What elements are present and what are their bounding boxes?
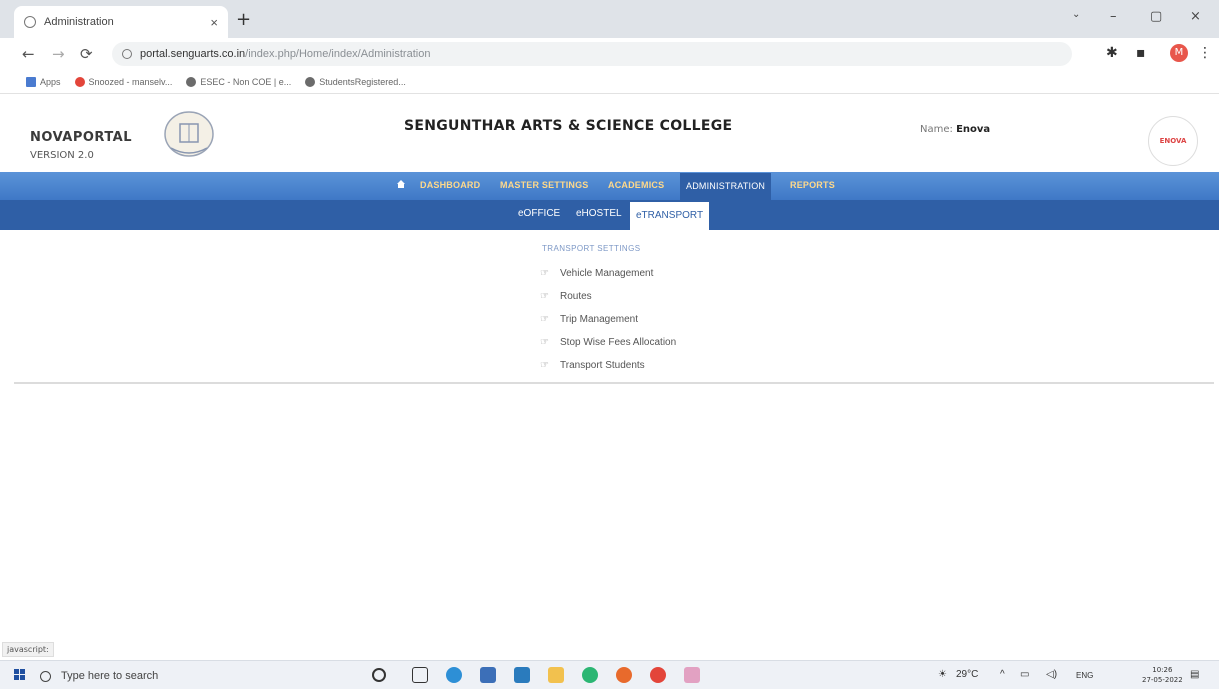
windows-taskbar: Type here to search ☀ 29°C ^ ▭ ◁) ENG 10… <box>0 660 1219 689</box>
link-label: Trip Management <box>560 314 638 325</box>
url-path: /index.php/Home/index/Administration <box>245 48 431 60</box>
notification-icon[interactable]: ▤ <box>1190 669 1199 680</box>
address-bar[interactable]: portal.senguarts.co.in /index.php/Home/i… <box>112 42 1072 66</box>
url-host: portal.senguarts.co.in <box>140 48 246 60</box>
link-stop-wise-fees[interactable]: ☞ Stop Wise Fees Allocation <box>540 337 676 348</box>
brand-name: NOVAPORTAL <box>30 130 133 145</box>
link-trip-management[interactable]: ☞ Trip Management <box>540 314 638 325</box>
bookmark-apps[interactable]: Apps <box>26 76 61 87</box>
bookmark-esec[interactable]: ESEC - Non COE | e... <box>186 76 292 87</box>
paint-icon[interactable] <box>684 667 700 683</box>
reload-icon[interactable]: ⟳ <box>80 45 93 63</box>
tab-search-icon[interactable]: ⌄ <box>1072 9 1080 20</box>
college-crest-logo <box>164 111 214 157</box>
new-tab-button[interactable]: + <box>236 9 251 30</box>
language-indicator[interactable]: ENG <box>1076 671 1093 680</box>
bookmark-label: Apps <box>40 76 61 87</box>
user-name-field: Name: Enova <box>920 124 990 135</box>
link-label: Vehicle Management <box>560 268 654 279</box>
pointing-hand-icon: ☞ <box>540 314 549 325</box>
clock-time: 10:26 <box>1152 666 1173 674</box>
link-routes[interactable]: ☞ Routes <box>540 291 592 302</box>
site-info-icon[interactable] <box>122 49 132 59</box>
logo-text: ENOVA <box>1159 137 1187 145</box>
browser-toolbar: ← → ⟳ portal.senguarts.co.in /index.php/… <box>0 38 1219 70</box>
enova-logo: ENOVA <box>1148 116 1198 166</box>
close-window-button[interactable]: × <box>1190 9 1201 24</box>
back-arrow-icon[interactable]: ← <box>22 45 35 63</box>
system-clock[interactable]: 10:26 27-05-2022 <box>1142 665 1183 685</box>
profile-avatar[interactable]: M <box>1170 44 1188 62</box>
restore-button[interactable]: ▢ <box>1150 9 1162 24</box>
extensions-icon[interactable]: ✱ <box>1106 45 1118 61</box>
search-icon <box>40 670 51 682</box>
link-vehicle-management[interactable]: ☞ Vehicle Management <box>540 268 653 279</box>
nav-administration[interactable]: ADMINISTRATION <box>680 173 772 200</box>
browser-tabstrip: Administration × + ⌄ – ▢ × <box>0 0 1219 38</box>
volume-icon[interactable]: ◁) <box>1046 669 1057 680</box>
link-label: Routes <box>560 291 592 302</box>
bookmark-snoozed[interactable]: Snoozed - manselv... <box>74 76 173 87</box>
globe-icon <box>186 76 197 87</box>
file-explorer-icon[interactable] <box>548 667 564 683</box>
section-title: TRANSPORT SETTINGS <box>542 244 641 253</box>
cortana-icon[interactable] <box>372 668 386 682</box>
search-placeholder: Type here to search <box>61 670 159 682</box>
menu-icon[interactable]: ⋮ <box>1198 45 1212 61</box>
chrome-profile-icon[interactable] <box>650 667 666 683</box>
home-icon[interactable] <box>396 179 406 189</box>
link-label: Stop Wise Fees Allocation <box>560 337 677 348</box>
status-bar: javascript: <box>2 642 54 657</box>
browser-tab[interactable]: Administration × <box>14 6 228 38</box>
main-navigation: DASHBOARD MASTER SETTINGS ACADEMICS ADMI… <box>0 172 1219 200</box>
globe-icon <box>24 16 36 28</box>
link-transport-students[interactable]: ☞ Transport Students <box>540 360 645 371</box>
nav-reports[interactable]: REPORTS <box>790 180 835 190</box>
pointing-hand-icon: ☞ <box>540 268 549 279</box>
name-value: Enova <box>956 124 991 135</box>
college-title: SENGUNTHAR ARTS & SCIENCE COLLEGE <box>404 118 733 134</box>
subnav-eoffice[interactable]: eOFFICE <box>518 208 560 219</box>
mail-icon[interactable] <box>514 667 530 683</box>
store-icon[interactable] <box>480 667 496 683</box>
sidepanel-icon[interactable]: ▪ <box>1136 45 1146 61</box>
nav-master-settings[interactable]: MASTER SETTINGS <box>500 180 589 190</box>
nav-dashboard[interactable]: DASHBOARD <box>420 180 480 190</box>
bookmark-label: ESEC - Non COE | e... <box>200 76 292 87</box>
tab-close-icon[interactable]: × <box>210 15 218 30</box>
sub-navigation: eOFFICE eHOSTEL eTRANSPORT <box>0 200 1219 230</box>
version-label: VERSION 2.0 <box>30 150 94 161</box>
windows-start-icon[interactable] <box>14 669 26 681</box>
weather-text[interactable]: 29°C <box>956 669 978 680</box>
bookmark-students[interactable]: StudentsRegistered... <box>305 76 406 87</box>
network-icon[interactable]: ▭ <box>1020 669 1029 680</box>
tab-title: Administration <box>44 16 114 28</box>
subnav-ehostel[interactable]: eHOSTEL <box>576 208 622 219</box>
taskbar-search[interactable]: Type here to search <box>40 664 340 688</box>
chrome-icon[interactable] <box>582 667 598 683</box>
link-label: Transport Students <box>560 360 645 371</box>
bookmark-label: StudentsRegistered... <box>319 76 406 87</box>
pointing-hand-icon: ☞ <box>540 291 549 302</box>
pointing-hand-icon: ☞ <box>540 360 549 371</box>
nav-academics[interactable]: ACADEMICS <box>608 180 664 190</box>
google-icon <box>74 76 85 87</box>
minimize-button[interactable]: – <box>1110 9 1117 24</box>
bookmarks-bar: Apps Snoozed - manselv... ESEC - Non COE… <box>0 70 1219 94</box>
pointing-hand-icon: ☞ <box>540 337 549 348</box>
edge-icon[interactable] <box>446 667 462 683</box>
name-label: Name: <box>920 124 953 135</box>
weather-icon[interactable]: ☀ <box>938 669 947 680</box>
task-view-icon[interactable] <box>412 667 428 683</box>
globe-icon <box>305 76 316 87</box>
subnav-etransport[interactable]: eTRANSPORT <box>630 202 710 230</box>
forward-arrow-icon[interactable]: → <box>52 45 65 63</box>
bookmark-label: Snoozed - manselv... <box>88 76 173 87</box>
firefox-icon[interactable] <box>616 667 632 683</box>
content-divider <box>14 382 1214 384</box>
clock-date: 27-05-2022 <box>1142 676 1183 684</box>
apps-grid-icon <box>26 76 36 87</box>
chevron-up-icon[interactable]: ^ <box>1000 669 1005 680</box>
